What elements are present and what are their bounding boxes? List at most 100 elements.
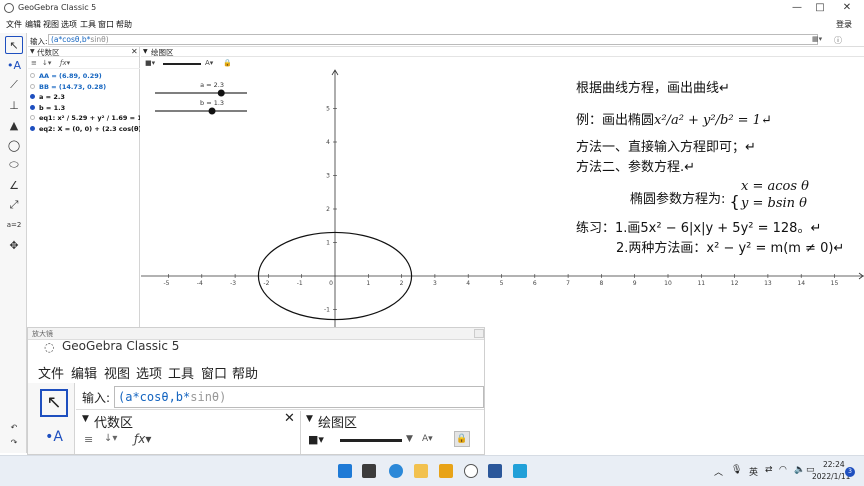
input-field[interactable]: (a*cosθ,b*sinθ)	[48, 34, 818, 45]
menu-options[interactable]: 选项	[61, 19, 77, 30]
notification-badge[interactable]: 3	[845, 467, 855, 477]
x-tick-label: -5	[164, 280, 170, 287]
move-view-tool-icon[interactable]: ✥	[5, 236, 23, 254]
menu-edit[interactable]: 编辑	[25, 19, 41, 30]
zoom-lock-icon[interactable]: 🔒	[454, 431, 470, 447]
geogebra-taskbar-icon[interactable]	[464, 464, 478, 478]
zoom-menu-edit[interactable]: 编辑	[71, 363, 97, 382]
fx-icon[interactable]: ƒx▾	[60, 59, 70, 67]
perpendicular-tool-icon[interactable]: ⊥	[5, 96, 23, 114]
zoom-input-value-c: sinθ)	[190, 390, 227, 404]
menu-file[interactable]: 文件	[6, 19, 22, 30]
point-tool-icon[interactable]: •A	[5, 56, 23, 74]
ime-language[interactable]: 英	[749, 465, 758, 478]
algebra-item[interactable]: eq1: x² / 5.29 + y² / 1.69 = 1	[28, 113, 140, 123]
maximize-button[interactable]: □	[813, 2, 827, 14]
algebra-item[interactable]: BB = (14.73, 0.28)	[28, 82, 140, 92]
style-icon[interactable]: ≡	[31, 59, 37, 67]
word-icon[interactable]	[488, 464, 502, 478]
zoom-style-icon[interactable]: ≡	[84, 433, 93, 446]
zoom-point-tool-icon[interactable]: •A	[40, 423, 68, 451]
algebra-close-icon[interactable]: ✕	[131, 47, 138, 56]
zoom-algebra-collapse-icon[interactable]: ▼	[82, 414, 89, 424]
visibility-toggle-icon[interactable]	[30, 83, 35, 89]
volume-icon[interactable]: 🔈	[794, 465, 805, 475]
zoom-move-tool-icon[interactable]: ↖	[40, 389, 68, 417]
visibility-toggle-icon[interactable]	[30, 104, 35, 110]
zoom-menu-view[interactable]: 视图	[104, 363, 130, 382]
zoom-line-style-arrow-icon[interactable]: ▼	[406, 434, 413, 444]
x-tick-label: 11	[697, 280, 705, 287]
move-tool-icon[interactable]: ↖	[5, 36, 23, 54]
zoom-menu-file[interactable]: 文件	[38, 363, 64, 382]
magnifier-close-button[interactable]	[474, 329, 484, 338]
menu-view[interactable]: 视图	[43, 19, 59, 30]
zoom-line-style-icon[interactable]	[340, 439, 402, 442]
keyboard-icon[interactable]: ▦▾	[812, 35, 822, 43]
input-value-b: *cosθ,b*	[58, 35, 91, 44]
zoom-sort-icon[interactable]: ↓▾	[104, 433, 117, 444]
minimize-button[interactable]: —	[790, 2, 804, 14]
zoom-fx-icon[interactable]: ƒx▾	[134, 432, 151, 446]
note-line-2-eq: x²/a² + y²/b² = 1↵	[654, 113, 772, 128]
angle-tool-icon[interactable]: ∠	[5, 176, 23, 194]
x-tick-label: 12	[731, 280, 739, 287]
tray-chevron-icon[interactable]: ︿	[714, 465, 723, 478]
clock-time[interactable]: 22:24	[823, 460, 845, 469]
algebra-item[interactable]: b = 1.3	[28, 103, 140, 113]
zoom-menu-help[interactable]: 帮助	[232, 363, 258, 382]
x-tick-label: 9	[633, 280, 637, 287]
zoom-algebra-close-icon[interactable]: ✕	[284, 411, 295, 426]
zoom-graphics-title: 绘图区	[318, 416, 358, 431]
circle-tool-icon[interactable]: ◯	[5, 136, 23, 154]
visibility-toggle-icon[interactable]	[30, 125, 35, 131]
polygon-tool-icon[interactable]: ▲	[5, 116, 23, 134]
zoom-menu-options[interactable]: 选项	[136, 363, 162, 382]
slider-knob[interactable]	[217, 89, 225, 97]
input-value-a: (a	[51, 35, 59, 44]
help-icon[interactable]: ⓘ	[834, 35, 842, 46]
zoom-menu-bar: 文件 编辑 视图 选项 工具 窗口 帮助	[28, 359, 484, 382]
y-tick-label: 2	[326, 206, 330, 213]
close-button[interactable]: ✕	[840, 2, 854, 14]
ime-mode-icon[interactable]: ⇄	[765, 465, 773, 475]
algebra-item-text: BB = (14.73, 0.28)	[39, 82, 107, 91]
visibility-toggle-icon[interactable]	[30, 94, 35, 99]
x-tick-label: -3	[230, 280, 236, 287]
visibility-toggle-icon[interactable]	[30, 115, 35, 120]
zoom-input-field[interactable]: (a*cosθ,b*sinθ)	[114, 386, 484, 408]
algebra-item[interactable]: eq2: X = (0, 0) + (2.3 cos(θ), 1.3	[28, 124, 140, 134]
zoom-menu-tools[interactable]: 工具	[168, 363, 194, 382]
menu-tools[interactable]: 工具	[80, 19, 96, 30]
mic-icon[interactable]: 🎙	[731, 465, 742, 475]
zoom-app-title: GeoGebra Classic 5	[62, 339, 180, 353]
algebra-item[interactable]: a = 2.3	[28, 92, 140, 102]
zoom-text-size-icon[interactable]: A▾	[422, 434, 433, 444]
visibility-toggle-icon[interactable]	[30, 73, 35, 78]
line-tool-icon[interactable]: ⟋	[5, 76, 23, 94]
start-icon[interactable]	[338, 464, 352, 478]
login-link[interactable]: 登录	[836, 19, 852, 30]
x-tick-label: -4	[197, 280, 203, 287]
zoom-color-icon[interactable]: ■▾	[308, 433, 324, 446]
slider-tool-icon[interactable]: a=2	[5, 216, 23, 234]
zoom-menu-window[interactable]: 窗口	[201, 363, 227, 382]
algebra-view: ▼ 代数区 ✕ ≡ ↓▾ ƒx▾ AA = (6.89, 0.29) BB = (…	[28, 47, 140, 327]
reflect-tool-icon[interactable]: ⤢	[5, 196, 23, 214]
ellipse-tool-icon[interactable]: ⬭	[5, 156, 23, 174]
algebra-item[interactable]: AA = (6.89, 0.29)	[28, 71, 140, 81]
menu-window[interactable]: 窗口	[98, 19, 114, 30]
collapse-arrow-icon[interactable]: ▼	[30, 48, 35, 55]
edge-icon[interactable]	[389, 464, 403, 478]
file-explorer-icon[interactable]	[414, 464, 428, 478]
folder-icon[interactable]	[439, 464, 453, 478]
screen-recorder-icon[interactable]	[513, 464, 527, 478]
note-line-4: 方法二、参数方程.↵	[576, 160, 696, 175]
task-view-icon[interactable]	[362, 464, 376, 478]
menu-help[interactable]: 帮助	[116, 19, 132, 30]
wifi-icon[interactable]: ◠	[779, 465, 787, 475]
sort-icon[interactable]: ↓▾	[42, 59, 51, 67]
redo-icon[interactable]: ↷	[5, 433, 23, 451]
slider-knob[interactable]	[208, 107, 216, 115]
zoom-graphics-collapse-icon[interactable]: ▼	[306, 414, 313, 424]
